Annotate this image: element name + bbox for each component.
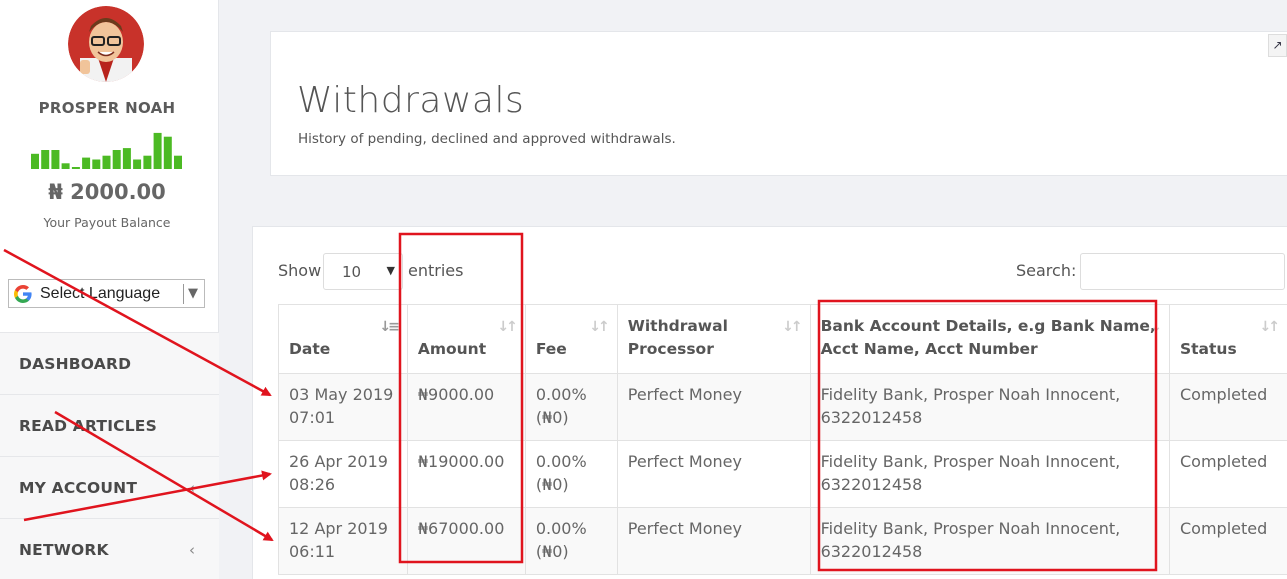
column-header-status[interactable]: ↓↑ Status xyxy=(1168,304,1287,374)
sparkline-bar xyxy=(71,167,80,169)
page-length-value: 10 xyxy=(342,263,362,281)
chevron-left-icon: ‹ xyxy=(189,478,195,497)
nav-item-network[interactable]: NETWORK ‹ xyxy=(0,518,219,579)
sparkline-bar xyxy=(41,150,50,169)
cell-amount: ₦19000.00 xyxy=(406,440,526,508)
language-divider xyxy=(183,283,184,304)
cell-processor: Perfect Money xyxy=(616,507,811,575)
sort-icon: ↓↑ xyxy=(782,319,803,335)
sparkline-bar xyxy=(163,136,172,169)
cell-date: 03 May 2019 07:01 xyxy=(278,373,408,441)
entries-label: entries xyxy=(408,261,464,280)
table-header-row: ↓≡ Date ↓↑ Amount ↓↑ Fee ↓↑ Withdrawal Proces… xyxy=(278,304,1287,374)
cell-bank-details: Fidelity Bank, Prosper Noah Innocent, 632… xyxy=(809,440,1170,508)
cell-status: Completed xyxy=(1168,373,1287,441)
cell-date: 12 Apr 2019 06:11 xyxy=(278,507,408,575)
language-label: Select Language xyxy=(40,284,161,302)
language-selector[interactable]: Select Language ▼ xyxy=(8,279,205,308)
page-subtitle: History of pending, declined and approve… xyxy=(298,131,676,147)
nav-item-label: NETWORK xyxy=(19,540,109,559)
page-length-select[interactable]: 10 ▼ xyxy=(323,253,403,290)
search-label: Search: xyxy=(1016,261,1077,280)
sparkline-bar xyxy=(174,155,182,169)
sparkline-bar xyxy=(31,153,39,169)
table-row: 26 Apr 2019 08:26 ₦19000.00 0.00% (₦0) Per… xyxy=(278,440,1287,508)
sparkline-bar xyxy=(61,163,70,169)
sparkline-bar xyxy=(143,155,152,169)
sparkline-bar xyxy=(153,132,162,169)
dropdown-arrow-icon: ▼ xyxy=(188,286,198,301)
nav-item-my-account[interactable]: MY ACCOUNT ‹ xyxy=(0,456,219,518)
column-header-processor[interactable]: ↓↑ Withdrawal Processor xyxy=(616,304,811,374)
chevron-left-icon: ‹ xyxy=(189,540,195,559)
nav-item-label: READ ARTICLES xyxy=(19,416,157,435)
cell-processor: Perfect Money xyxy=(616,440,811,508)
table-row: 12 Apr 2019 06:11 ₦67000.00 0.00% (₦0) Per… xyxy=(278,507,1287,575)
payout-balance-caption: Your Payout Balance xyxy=(43,215,171,230)
sparkline-bar xyxy=(112,150,121,169)
table-row: 03 May 2019 07:01 ₦9000.00 0.00% (₦0) Perf… xyxy=(278,373,1287,441)
sort-icon: ↓↑ xyxy=(1259,319,1281,335)
nav-item-read-articles[interactable]: READ ARTICLES xyxy=(0,394,219,456)
sparkline-bar xyxy=(82,157,91,169)
search-input[interactable] xyxy=(1080,253,1285,290)
sort-icon: ↓↑ xyxy=(497,319,518,335)
page-title: Withdrawals xyxy=(297,80,525,121)
sparkline-bar xyxy=(92,159,101,169)
column-header-amount[interactable]: ↓↑ Amount xyxy=(406,304,526,374)
user-avatar[interactable] xyxy=(68,6,144,82)
cell-status: Completed xyxy=(1168,440,1287,508)
sort-icon: ↓ xyxy=(1150,319,1162,335)
nav-item-label: MY ACCOUNT xyxy=(19,478,138,497)
cell-processor: Perfect Money xyxy=(616,373,811,441)
withdrawals-table: ↓≡ Date ↓↑ Amount ↓↑ Fee ↓↑ Withdrawal Proces… xyxy=(278,304,1287,575)
expand-icon[interactable]: ↗ xyxy=(1268,34,1287,57)
cell-amount: ₦67000.00 xyxy=(406,507,526,575)
column-header-bank-details[interactable]: ↓ Bank Account Details, e.g Bank Name, Acc… xyxy=(809,304,1170,374)
payout-balance: ₦ 2000.00 xyxy=(48,180,166,204)
cell-status: Completed xyxy=(1168,507,1287,575)
balance-sparkline xyxy=(31,132,182,169)
cell-bank-details: Fidelity Bank, Prosper Noah Innocent, 632… xyxy=(809,373,1170,441)
cell-fee: 0.00% (₦0) xyxy=(524,373,618,441)
sidebar: PROSPER NOAH ₦ 2000.00 Your Payout Balan… xyxy=(0,0,219,579)
sparkline-bar xyxy=(133,159,142,169)
sparkline-bar xyxy=(51,150,60,169)
cell-amount: ₦9000.00 xyxy=(406,373,526,441)
nav-item-label: DASHBOARD xyxy=(19,354,132,373)
show-label: Show xyxy=(278,261,322,280)
page-header: Withdrawals History of pending, declined… xyxy=(270,31,1287,176)
sort-icon: ↓↑ xyxy=(589,319,610,335)
column-header-fee[interactable]: ↓↑ Fee xyxy=(524,304,618,374)
cell-fee: 0.00% (₦0) xyxy=(524,440,618,508)
sparkline-bar xyxy=(102,155,111,169)
user-name: PROSPER NOAH xyxy=(38,99,176,117)
google-icon xyxy=(14,284,32,303)
cell-date: 26 Apr 2019 08:26 xyxy=(278,440,408,508)
sort-desc-icon: ↓≡ xyxy=(379,319,400,335)
cell-bank-details: Fidelity Bank, Prosper Noah Innocent, 632… xyxy=(809,507,1170,575)
sparkline-bar xyxy=(122,148,131,169)
cell-fee: 0.00% (₦0) xyxy=(524,507,618,575)
column-header-date[interactable]: ↓≡ Date xyxy=(278,304,408,374)
nav-item-dashboard[interactable]: DASHBOARD xyxy=(0,332,219,394)
select-arrow-icon: ▼ xyxy=(386,264,395,277)
